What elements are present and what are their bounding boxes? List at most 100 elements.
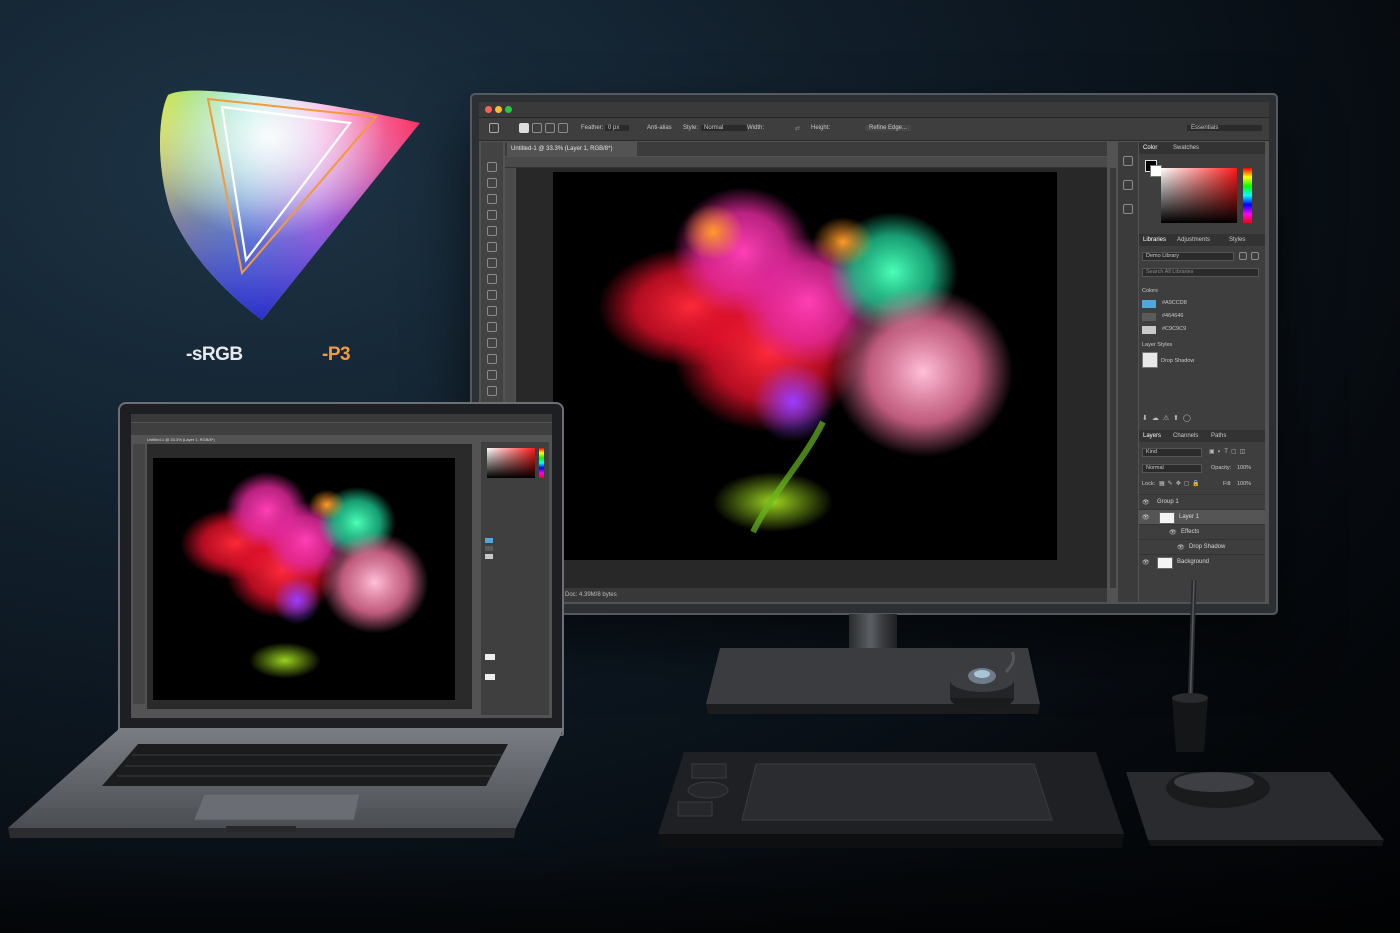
anti-alias-checkbox[interactable]: Anti-alias: [647, 125, 672, 131]
hue-slider[interactable]: [1243, 168, 1252, 223]
blur-tool-icon[interactable]: [487, 354, 497, 364]
layer-row-background[interactable]: 👁 Background: [1139, 554, 1265, 570]
opacity-label: Opacity:: [1211, 465, 1232, 471]
healing-tool-icon[interactable]: [487, 258, 497, 268]
layer-effects-row[interactable]: 👁 Effects: [1139, 524, 1265, 540]
library-footer-icons[interactable]: ⬇☁⚠⬆◯: [1142, 414, 1195, 422]
layer-filter-kind-select[interactable]: Kind: [1142, 448, 1202, 457]
monitor-screen: Feather: 0 px Anti-alias Style: Normal W…: [479, 102, 1269, 604]
status-bar: Doc: 4.39M/8 bytes: [505, 588, 1107, 602]
tablet-express-key[interactable]: [691, 763, 727, 779]
maximize-window-button[interactable]: [505, 106, 512, 113]
laptop-library-color-swatch[interactable]: [485, 554, 493, 559]
feather-input[interactable]: 0 px: [605, 125, 630, 131]
laptop-options-bar: [131, 423, 552, 435]
history-panel-icon[interactable]: [1123, 156, 1133, 166]
p3-label: -P3: [322, 344, 351, 365]
marquee-tool-preset-icon[interactable]: [489, 123, 499, 133]
laptop-color-picker-field[interactable]: [487, 448, 535, 478]
visibility-eye-icon[interactable]: 👁: [1169, 529, 1177, 536]
opacity-input[interactable]: 100%: [1237, 465, 1251, 471]
tablet-express-key[interactable]: [677, 801, 713, 817]
brush-tool-icon[interactable]: [487, 274, 497, 284]
new-selection-icon[interactable]: [519, 123, 529, 133]
fill-label: Fill:: [1223, 481, 1232, 487]
drop-shadow-style-thumb[interactable]: [1142, 352, 1158, 368]
move-tool-icon[interactable]: [487, 162, 497, 172]
layer-row-group[interactable]: 👁 Group 1: [1139, 494, 1265, 510]
color-swatch-label: #A9CCD8: [1162, 300, 1187, 306]
visibility-eye-icon[interactable]: 👁: [1142, 559, 1150, 566]
layers-tab[interactable]: Layers: [1143, 430, 1161, 442]
laptop-panel-dock: [481, 442, 549, 715]
style-select[interactable]: Normal: [701, 125, 748, 131]
color-swatch: [1142, 300, 1156, 308]
visibility-eye-icon[interactable]: 👁: [1177, 544, 1185, 551]
mouse-on-pad: [1126, 772, 1384, 846]
srgb-label: -sRGB: [186, 344, 243, 365]
laptop-hue-slider[interactable]: [539, 448, 544, 478]
lock-label: Lock:: [1142, 481, 1156, 487]
minimize-window-button[interactable]: [495, 106, 502, 113]
workspace-select[interactable]: Essentials: [1187, 125, 1263, 131]
library-search-input[interactable]: Search All Libraries: [1142, 268, 1259, 277]
dodge-tool-icon[interactable]: [487, 370, 497, 380]
vertical-scrollbar[interactable]: [1110, 168, 1116, 588]
library-list-view-icon[interactable]: [1251, 252, 1259, 260]
tablet-touch-ring[interactable]: [687, 781, 729, 799]
intersect-selection-icon[interactable]: [558, 123, 568, 133]
adjustments-tab[interactable]: Adjustments: [1177, 234, 1210, 246]
color-picker-field[interactable]: [1161, 168, 1237, 223]
layer-name: Group 1: [1157, 499, 1179, 505]
laptop-layer-thumbnail[interactable]: [485, 674, 495, 680]
laptop-base-keyboard: [8, 728, 564, 838]
channels-tab[interactable]: Channels: [1173, 430, 1198, 442]
marquee-tool-icon[interactable]: [487, 178, 497, 188]
layer-thumbnail: [1159, 512, 1175, 524]
paragraph-panel-icon[interactable]: [1123, 204, 1133, 214]
pen-tool-icon[interactable]: [487, 386, 497, 396]
close-window-button[interactable]: [485, 106, 492, 113]
laptop-layer-thumbnail[interactable]: [485, 654, 495, 660]
swap-dimensions-icon[interactable]: ⇄: [795, 125, 800, 132]
subtract-selection-icon[interactable]: [545, 123, 555, 133]
laptop-canvas-image-color-explosion[interactable]: [153, 458, 455, 700]
lasso-tool-icon[interactable]: [487, 194, 497, 204]
crop-tool-icon[interactable]: [487, 226, 497, 236]
gradient-tool-icon[interactable]: [487, 338, 497, 348]
laptop-screen: Untitled-1 @ 33.3% (Layer 1, RGB/8*): [131, 414, 552, 718]
styles-tab[interactable]: Styles: [1229, 234, 1245, 246]
color-swatch: [1142, 313, 1156, 321]
visibility-eye-icon[interactable]: 👁: [1142, 514, 1150, 521]
laptop-library-color-swatch[interactable]: [485, 546, 493, 551]
layer-effect-drop-shadow-row[interactable]: 👁 Drop Shadow: [1139, 539, 1265, 555]
laptop-document-tab[interactable]: Untitled-1 @ 33.3% (Layer 1, RGB/8*): [147, 436, 297, 443]
quick-select-tool-icon[interactable]: [487, 210, 497, 220]
blend-mode-select[interactable]: Normal: [1142, 464, 1202, 473]
lock-icons[interactable]: ▦✎✥▢🔒: [1159, 480, 1203, 487]
eraser-tool-icon[interactable]: [487, 322, 497, 332]
hotkey-puck-controller[interactable]: [946, 652, 1036, 742]
visibility-eye-icon[interactable]: 👁: [1142, 499, 1150, 506]
canvas-image-color-explosion[interactable]: [553, 172, 1057, 560]
properties-panel-icon[interactable]: [1123, 180, 1133, 190]
swatches-tab[interactable]: Swatches: [1173, 142, 1199, 154]
layer-row-selected[interactable]: 👁 Layer 1: [1139, 509, 1265, 525]
history-brush-tool-icon[interactable]: [487, 306, 497, 316]
laptop-library-color-swatch[interactable]: [485, 538, 493, 543]
paths-tab[interactable]: Paths: [1211, 430, 1226, 442]
fill-input[interactable]: 100%: [1237, 481, 1251, 487]
clone-stamp-tool-icon[interactable]: [487, 290, 497, 300]
add-selection-icon[interactable]: [532, 123, 542, 133]
drop-shadow-style-label: Drop Shadow: [1161, 358, 1195, 364]
eyedropper-tool-icon[interactable]: [487, 242, 497, 252]
library-grid-view-icon[interactable]: [1239, 252, 1247, 260]
refine-edge-button[interactable]: Refine Edge...: [865, 125, 912, 131]
layer-filter-icons[interactable]: ▣◐T▢◫: [1209, 448, 1248, 455]
app-titlebar: [479, 102, 1269, 118]
color-gamut-diagram: [160, 90, 420, 321]
document-tab[interactable]: Untitled-1 @ 33.3% (Layer 1, RGB/8*): [507, 142, 637, 156]
library-select[interactable]: Demo Library: [1142, 252, 1234, 261]
libraries-tab[interactable]: Libraries: [1143, 234, 1166, 246]
color-tab[interactable]: Color: [1143, 142, 1157, 154]
